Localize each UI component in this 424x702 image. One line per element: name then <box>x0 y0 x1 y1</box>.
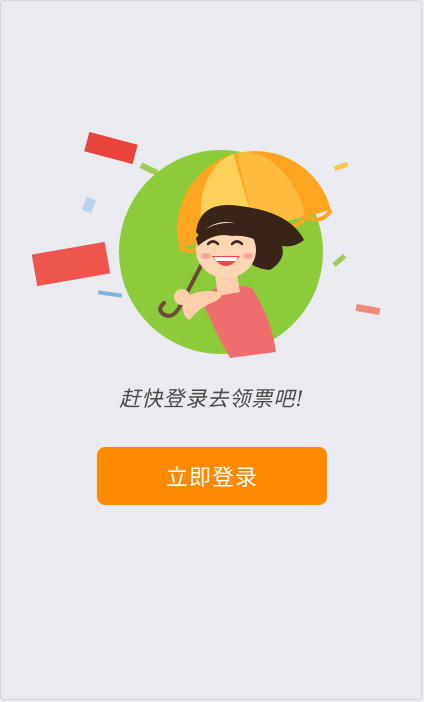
confetti-green-2 <box>332 253 347 267</box>
login-prompt-text: 赶快登录去领票吧! <box>119 387 305 411</box>
red-ticket-top <box>84 131 138 165</box>
girl-blush-right <box>243 253 253 259</box>
login-button[interactable]: 立即登录 <box>97 447 327 505</box>
girl-blush-left <box>201 253 211 259</box>
confetti-right <box>355 303 381 316</box>
confetti-yellow <box>333 161 349 172</box>
red-ticket-left <box>31 241 111 287</box>
girl-teeth <box>214 257 238 261</box>
confetti-blue <box>81 196 97 214</box>
girl-with-umbrella-illustration <box>31 131 381 358</box>
confetti-blue-2 <box>97 290 123 298</box>
confetti-green-1 <box>139 162 159 176</box>
girl-hand <box>174 289 190 305</box>
